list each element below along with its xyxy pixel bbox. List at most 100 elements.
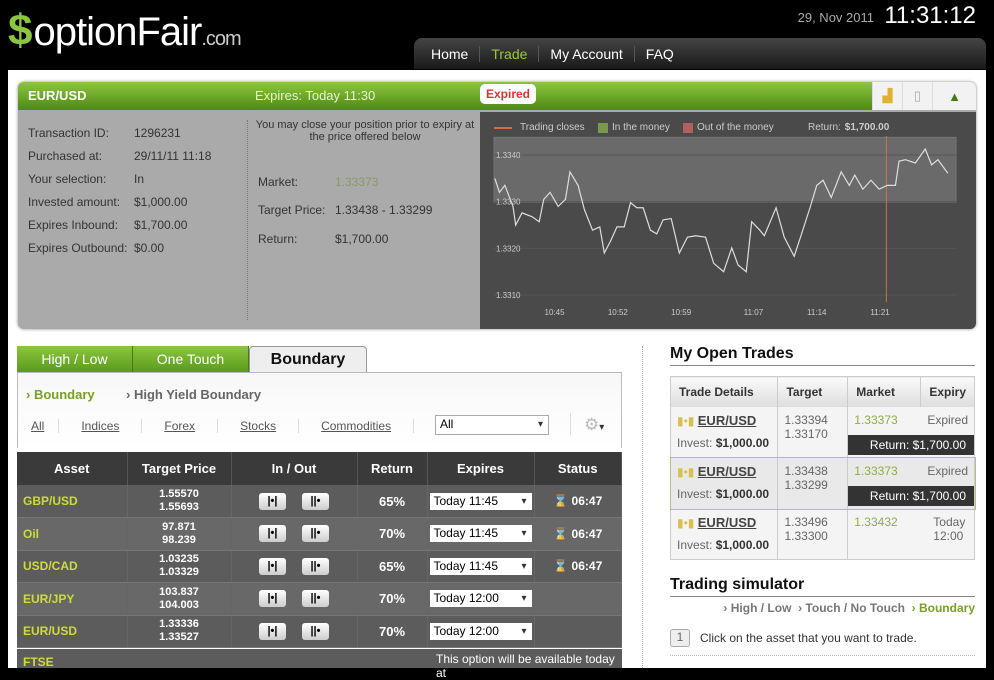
trade-details-cell: ▮•▮ EUR/USD Invest: $1,000.00: [670, 457, 779, 509]
trade-pair-link[interactable]: EUR/USD: [698, 413, 757, 428]
link-label: High / Low: [730, 601, 792, 615]
target-value: 1.33438 - 1.33299: [335, 203, 433, 217]
target-price: 97.871 98.239: [127, 517, 232, 551]
out-button[interactable]: ||•: [302, 590, 329, 608]
expires-cell: Today 11:45: [427, 550, 535, 583]
clock: 11:31:12: [884, 2, 976, 29]
invest-label: Invest:: [677, 486, 713, 501]
table-row[interactable]: USD/CAD 1.03235 1.03329 |•| ||• 65% Today …: [17, 550, 622, 583]
asset-name[interactable]: EUR/JPY: [17, 582, 128, 616]
asset-name[interactable]: USD/CAD: [17, 550, 128, 583]
nav-home[interactable]: Home: [420, 45, 481, 62]
asset-name[interactable]: EUR/USD: [17, 615, 128, 648]
hourglass-icon: ⌛: [553, 526, 569, 541]
target-cell: 1.33438 1.33299: [777, 457, 849, 509]
filter-all[interactable]: All: [25, 419, 60, 433]
target-low: 98.239: [162, 533, 196, 546]
sim-link-high-low[interactable]: › High / Low: [723, 601, 791, 615]
detail-label: Transaction ID:: [28, 126, 109, 140]
status-cell: [534, 615, 622, 648]
details-view-icon[interactable]: ▯: [902, 82, 932, 110]
x-tick-label: 11:21: [870, 308, 890, 317]
expiry-select[interactable]: Today 12:00: [429, 590, 532, 608]
logo-text: optionFair: [33, 10, 202, 54]
asset-name[interactable]: GBP/USD: [17, 485, 128, 518]
col-target-price: Target Price: [127, 452, 232, 485]
asset-name[interactable]: Oil: [17, 517, 128, 551]
link-label: Boundary: [918, 601, 975, 615]
target-high: 1.33336: [159, 618, 199, 631]
table-row-partial[interactable]: FTSE This option will be available today…: [17, 649, 622, 680]
step-text: Click on the asset that you want to trad…: [700, 631, 917, 645]
target-low: 104.003: [159, 598, 199, 611]
x-tick-label: 11:07: [744, 308, 764, 317]
filter-commodities[interactable]: Commodities: [299, 419, 415, 433]
x-tick-label: 10:59: [671, 308, 692, 317]
expiry-select[interactable]: Today 11:45: [429, 557, 532, 575]
in-button[interactable]: |•|: [259, 622, 286, 640]
invest-label: Invest:: [677, 435, 713, 450]
in-button[interactable]: |•|: [259, 590, 286, 608]
settings-gear-icon[interactable]: ⚙▾: [584, 415, 604, 435]
open-trade-row[interactable]: ▮•▮ EUR/USD Invest: $1,000.00 1.33496 1.33…: [670, 508, 975, 560]
main-nav: Home Trade My Account FAQ: [414, 38, 986, 69]
table-row[interactable]: EUR/JPY 103.837 104.003 |•| ||• 70% Today …: [17, 582, 622, 616]
out-button[interactable]: ||•: [302, 557, 329, 575]
column-divider: [642, 346, 643, 668]
detail-label: Purchased at:: [28, 149, 103, 163]
open-trades-title: My Open Trades: [670, 345, 975, 366]
out-button[interactable]: ||•: [302, 492, 329, 510]
y-tick-label: 1.3340: [496, 151, 521, 160]
subtab-label: Boundary: [33, 387, 95, 402]
in-out-buttons: |•| ||•: [231, 485, 358, 518]
in-button[interactable]: |•|: [259, 525, 286, 543]
trade-pair-link[interactable]: EUR/USD: [698, 464, 757, 479]
table-row[interactable]: EUR/USD 1.33336 1.33527 |•| ||• 70% Today …: [17, 615, 622, 648]
chart-view-icon[interactable]: ▟: [872, 82, 902, 110]
asset-name: FTSE: [23, 655, 54, 669]
tab-one-touch[interactable]: One Touch: [133, 346, 249, 372]
open-trade-row[interactable]: ▮•▮ EUR/USD Invest: $1,000.00 1.33394 1.33…: [670, 406, 975, 458]
tab-boundary[interactable]: Boundary: [249, 346, 367, 372]
expiry-value: Expired: [927, 463, 968, 478]
expiry-select[interactable]: Today 12:00: [429, 622, 532, 640]
subtab-high-yield[interactable]: › High Yield Boundary: [126, 387, 261, 402]
status-cell: ⌛ 06:47: [534, 485, 622, 518]
market-expiry-cell: 1.33373 Expired Return: $1,700.00: [847, 457, 975, 509]
filter-select[interactable]: All: [435, 415, 549, 435]
return-pct: 70%: [357, 517, 428, 551]
target-high: 1.33496: [784, 514, 828, 529]
market-expiry-cell: 1.33373 Expired Return: $1,700.00: [847, 406, 975, 458]
tab-high-low[interactable]: High / Low: [17, 346, 133, 372]
nav-my-account[interactable]: My Account: [539, 45, 635, 62]
filter-stocks[interactable]: Stocks: [218, 419, 300, 433]
y-tick-label: 1.3320: [496, 244, 521, 253]
sim-link-touch[interactable]: › Touch / No Touch: [798, 601, 905, 615]
out-button[interactable]: ||•: [302, 622, 329, 640]
subtab-boundary[interactable]: › Boundary: [26, 387, 95, 402]
detail-value: 29/11/11 11:18: [134, 149, 212, 163]
expiry-select[interactable]: Today 11:45: [429, 525, 532, 543]
logo[interactable]: $ optionFair .com: [8, 6, 242, 56]
table-row[interactable]: GBP/USD 1.55570 1.55693 |•| ||• 65% Today …: [17, 485, 622, 518]
nav-faq[interactable]: FAQ: [635, 46, 685, 62]
out-button[interactable]: ||•: [302, 525, 329, 543]
sim-link-boundary[interactable]: › Boundary: [912, 601, 975, 615]
simulator-step: 1 Click on the asset that you want to tr…: [670, 629, 975, 656]
trade-detail-card: EUR/USD Expires: Today 11:30 Expired ▟ ▯…: [18, 82, 976, 329]
table-row[interactable]: Oil 97.871 98.239 |•| ||• 70% Today 11:45 …: [17, 517, 622, 551]
open-trade-row[interactable]: ▮•▮ EUR/USD Invest: $1,000.00 1.33438 1.33…: [669, 456, 976, 510]
in-button[interactable]: |•|: [259, 557, 286, 575]
nav-trade[interactable]: Trade: [480, 45, 540, 62]
collapse-icon[interactable]: ▲: [932, 82, 976, 110]
market-price: 1.33373: [854, 412, 898, 427]
detail-value: $1,000.00: [134, 195, 188, 209]
card-header: EUR/USD Expires: Today 11:30 Expired ▟ ▯…: [18, 82, 976, 110]
trade-pair-link[interactable]: EUR/USD: [698, 515, 757, 530]
filter-forex[interactable]: Forex: [142, 419, 219, 433]
in-button[interactable]: |•|: [259, 492, 286, 510]
expiry-select[interactable]: Today 11:45: [429, 492, 532, 510]
subtab-label: High Yield Boundary: [133, 387, 262, 402]
detail-value: In: [134, 172, 145, 186]
filter-indices[interactable]: Indices: [59, 419, 143, 433]
